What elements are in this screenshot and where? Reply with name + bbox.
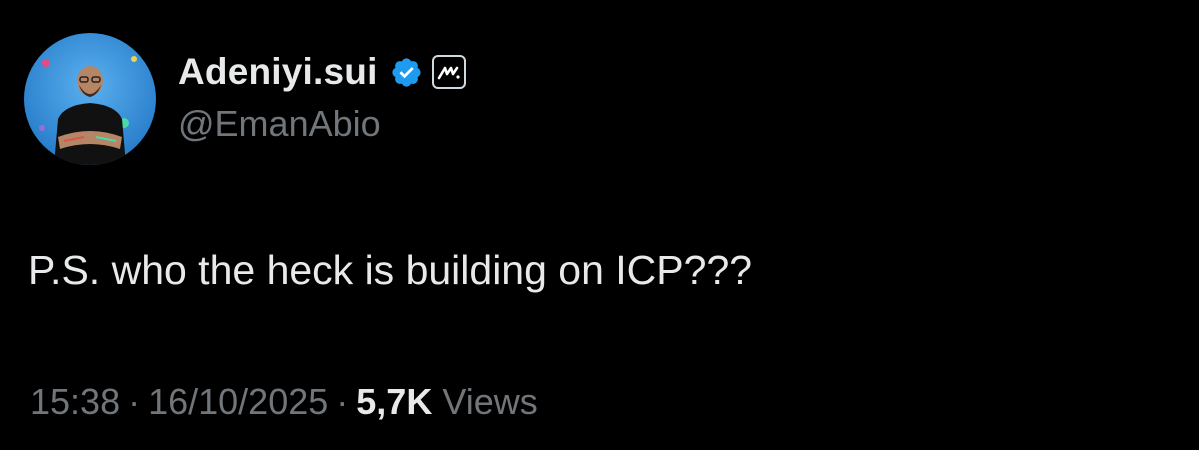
meta-separator: ·: [336, 381, 349, 422]
tweet-text: P.S. who the heck is building on ICP???: [28, 247, 753, 293]
author-handle[interactable]: @EmanAbio: [178, 103, 381, 145]
meta-separator: ·: [128, 381, 141, 422]
avatar[interactable]: [24, 33, 156, 165]
tweet-time[interactable]: 15:38: [30, 381, 120, 422]
views-label: Views: [442, 381, 538, 422]
affiliate-m-logo-icon[interactable]: [431, 55, 466, 89]
tweet-date[interactable]: 16/10/2025: [148, 381, 328, 422]
tweet-meta: 15:38 · 16/10/2025 · 5,7K Views: [30, 381, 538, 423]
tweet-card: Adeniyi.sui @EmanAbio P.S. who the heck …: [0, 0, 1199, 450]
verified-badge-icon: [390, 56, 423, 89]
avatar-image: [24, 33, 156, 165]
display-name[interactable]: Adeniyi.sui: [178, 51, 378, 93]
views-count: 5,7K: [356, 381, 433, 422]
author-name-row: Adeniyi.sui: [178, 46, 466, 98]
